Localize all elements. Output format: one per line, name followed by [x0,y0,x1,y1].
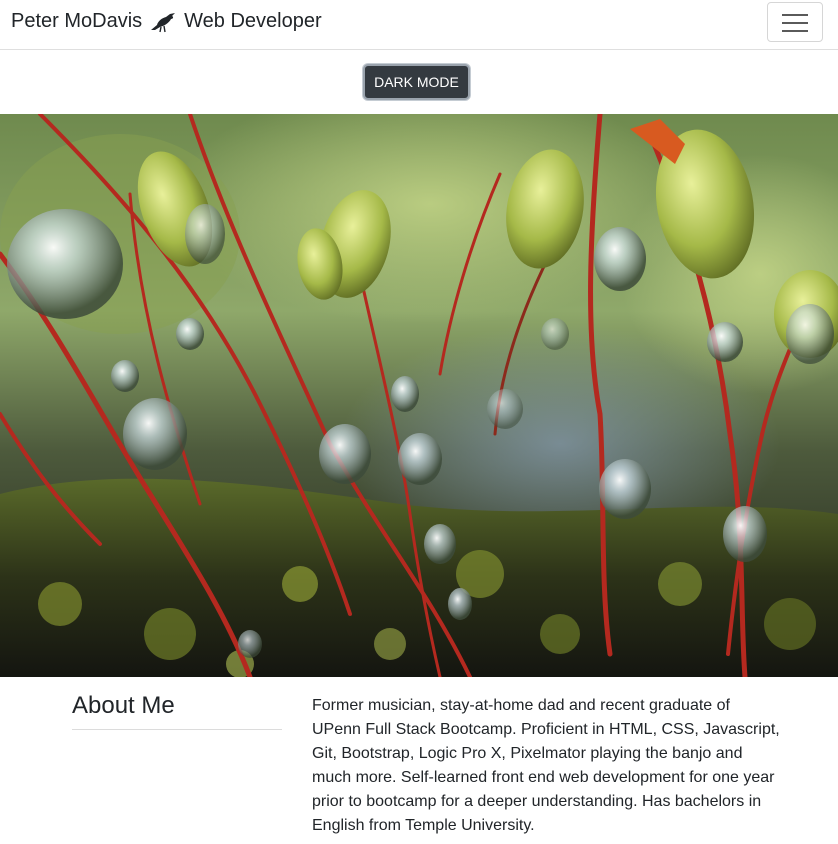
moss-droplets-photo [0,114,838,677]
theme-toggle-row: DARK MODE [0,50,838,113]
brand-title: Web Developer [184,10,322,32]
about-heading: About Me [72,692,175,719]
navbar: Peter MoDavis Web Developer [0,0,838,50]
brand-name: Peter MoDavis [11,10,143,32]
navbar-toggler-button[interactable] [767,2,823,42]
about-divider [72,729,282,730]
navbar-brand[interactable]: Peter MoDavis Web Developer [11,10,322,33]
hero-image [0,114,838,677]
crow-icon [151,12,176,32]
about-text: Former musician, stay-at-home dad and re… [312,697,780,834]
hamburger-menu-icon [782,14,808,16]
dark-mode-button[interactable]: DARK MODE [363,64,470,100]
